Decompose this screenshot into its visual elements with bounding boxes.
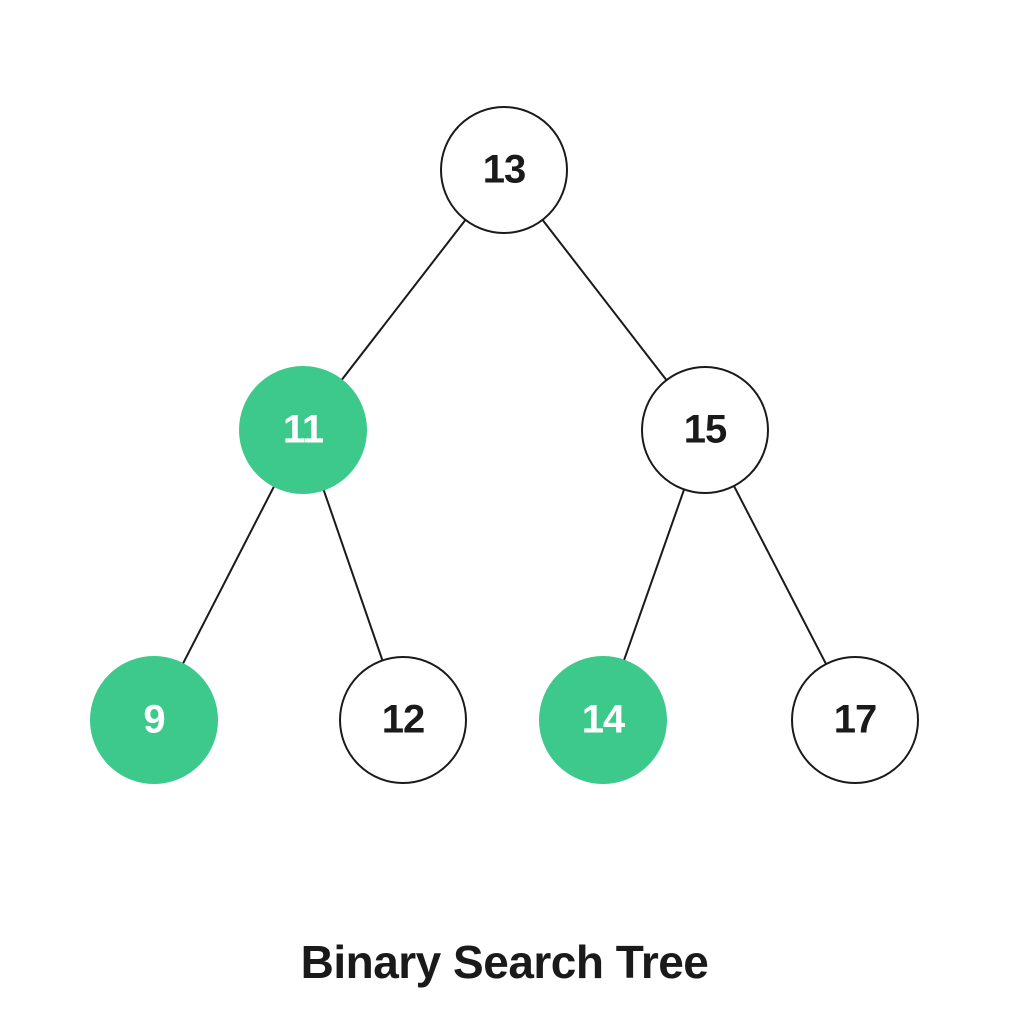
diagram-container: Binary Search Tree 13 11 15 9 12 14 17 xyxy=(0,0,1009,1024)
tree-edge xyxy=(624,489,684,660)
diagram-caption: Binary Search Tree xyxy=(301,935,709,989)
tree-edge xyxy=(543,220,667,380)
tree-edge xyxy=(183,486,274,664)
tree-node-label-r: 15 xyxy=(684,408,727,453)
tree-edge xyxy=(324,490,383,661)
tree-edge xyxy=(734,486,826,664)
tree-node-label-ll: 9 xyxy=(143,698,164,743)
tree-node-label-root: 13 xyxy=(483,148,526,193)
tree-node-label-lr: 12 xyxy=(382,698,425,743)
tree-node-label-l: 11 xyxy=(283,408,323,453)
tree-node-label-rr: 17 xyxy=(834,698,877,743)
tree-node-label-rl: 14 xyxy=(582,698,625,743)
tree-edge xyxy=(342,220,466,380)
